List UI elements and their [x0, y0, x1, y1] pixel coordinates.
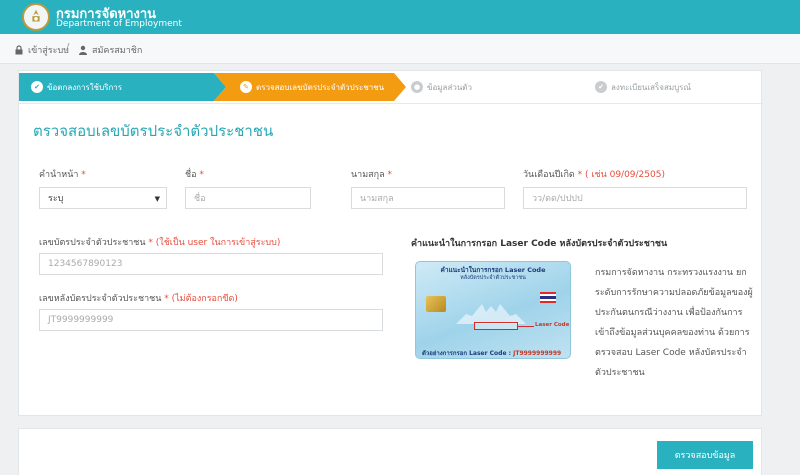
lastname-label: นามสกุล * — [351, 170, 392, 180]
laser-code-highlight — [474, 322, 518, 330]
card-chip-icon — [426, 296, 446, 312]
progress-stepper: ✔ ข้อตกลงการใช้บริการ ✎ ตรวจสอบเลขบัตรปร… — [19, 73, 763, 104]
verify-button[interactable]: ตรวจสอบข้อมูล — [657, 441, 753, 469]
register-card: ✔ ข้อตกลงการใช้บริการ ✎ ตรวจสอบเลขบัตรปร… — [18, 70, 763, 416]
laser-code-input[interactable]: JT9999999999 — [39, 309, 383, 331]
idnumber-input[interactable]: 1234567890123 — [39, 253, 383, 275]
temple-icon — [456, 304, 526, 324]
laser-code-label: เลขหลังบัตรประจำตัวประชาชน * (ไม่ต้องกรอ… — [39, 294, 238, 304]
register-link-label: สมัครสมาชิก — [92, 46, 143, 56]
page-title: ตรวจสอบเลขบัตรประจำตัวประชาชน — [33, 122, 274, 140]
card-example-text: ตัวอย่างการกรอก Laser Code : JT999999999… — [422, 350, 562, 357]
laser-hint-title: คำแนะนำในการกรอก Laser Code หลังบัตรประจ… — [411, 239, 668, 249]
breadcrumb-separator: / — [66, 42, 70, 53]
lastname-input[interactable]: นามสกุล — [351, 187, 505, 209]
breadcrumb: เข้าสู่ระบบ / สมัครสมาชิก — [0, 34, 800, 64]
top-header: กรมการจัดหางาน Department of Employment — [0, 0, 800, 34]
login-link-label: เข้าสู่ระบบ — [28, 46, 69, 56]
check-icon: ✔ — [595, 81, 607, 93]
prefix-label: คำนำหน้า * — [39, 170, 86, 180]
check-icon: ✔ — [31, 81, 43, 93]
form-footer: ตรวจสอบข้อมูล — [18, 428, 762, 475]
user-icon — [79, 45, 87, 55]
idnumber-label: เลขบัตรประจำตัวประชาชน * (ใช้เป็น user ใ… — [39, 238, 281, 248]
firstname-label: ชื่อ * — [185, 170, 204, 180]
birthdate-label: วันเดือนปีเกิด * ( เช่น 09/09/2505) — [523, 170, 665, 180]
step-personal-info-label: ข้อมูลส่วนตัว — [427, 82, 472, 92]
step-arrow — [394, 73, 406, 101]
step-terms-label: ข้อตกลงการใช้บริการ — [47, 82, 123, 92]
department-logo-icon[interactable] — [22, 3, 50, 31]
user-icon: ● — [411, 81, 423, 93]
id-card-illustration: คำแนะนำในการกรอก Laser Code หลังบัตรประจ… — [415, 261, 571, 359]
firstname-input[interactable]: ชื่อ — [185, 187, 311, 209]
brand-title-english: Department of Employment — [56, 19, 182, 29]
step-complete[interactable]: ✔ ลงทะเบียนเสร็จสมบูรณ์ — [595, 73, 763, 101]
register-link[interactable]: สมัครสมาชิก — [78, 43, 142, 57]
chevron-down-icon: ▼ — [154, 195, 160, 203]
prefix-select[interactable]: ระบุ ▼ — [39, 187, 167, 209]
prefix-select-value: ระบุ — [48, 194, 64, 204]
step-id-check[interactable]: ✎ ตรวจสอบเลขบัตรประจำตัวประชาชน — [226, 73, 394, 101]
card-laser-label: Laser Code — [535, 322, 570, 328]
laser-code-pointer — [518, 326, 534, 327]
login-link[interactable]: เข้าสู่ระบบ — [14, 43, 69, 57]
step-id-check-label: ตรวจสอบเลขบัตรประจำตัวประชาชน — [256, 82, 385, 92]
edit-icon: ✎ — [240, 81, 252, 93]
step-complete-label: ลงทะเบียนเสร็จสมบูรณ์ — [611, 82, 691, 92]
step-terms[interactable]: ✔ ข้อตกลงการใช้บริการ — [19, 73, 214, 101]
birthdate-input[interactable]: วว/ดด/ปปปป — [523, 187, 747, 209]
card-subtitle: หลังบัตรประจำตัวประชาชน — [460, 275, 526, 281]
laser-hint-description: กรมการจัดหางาน กระทรวงแรงงาน ยกระดับการร… — [595, 268, 753, 378]
stepper-divider — [19, 103, 763, 104]
thai-flag-icon — [540, 292, 556, 303]
lock-icon — [15, 45, 23, 55]
step-personal-info[interactable]: ● ข้อมูลส่วนตัว — [411, 73, 581, 101]
